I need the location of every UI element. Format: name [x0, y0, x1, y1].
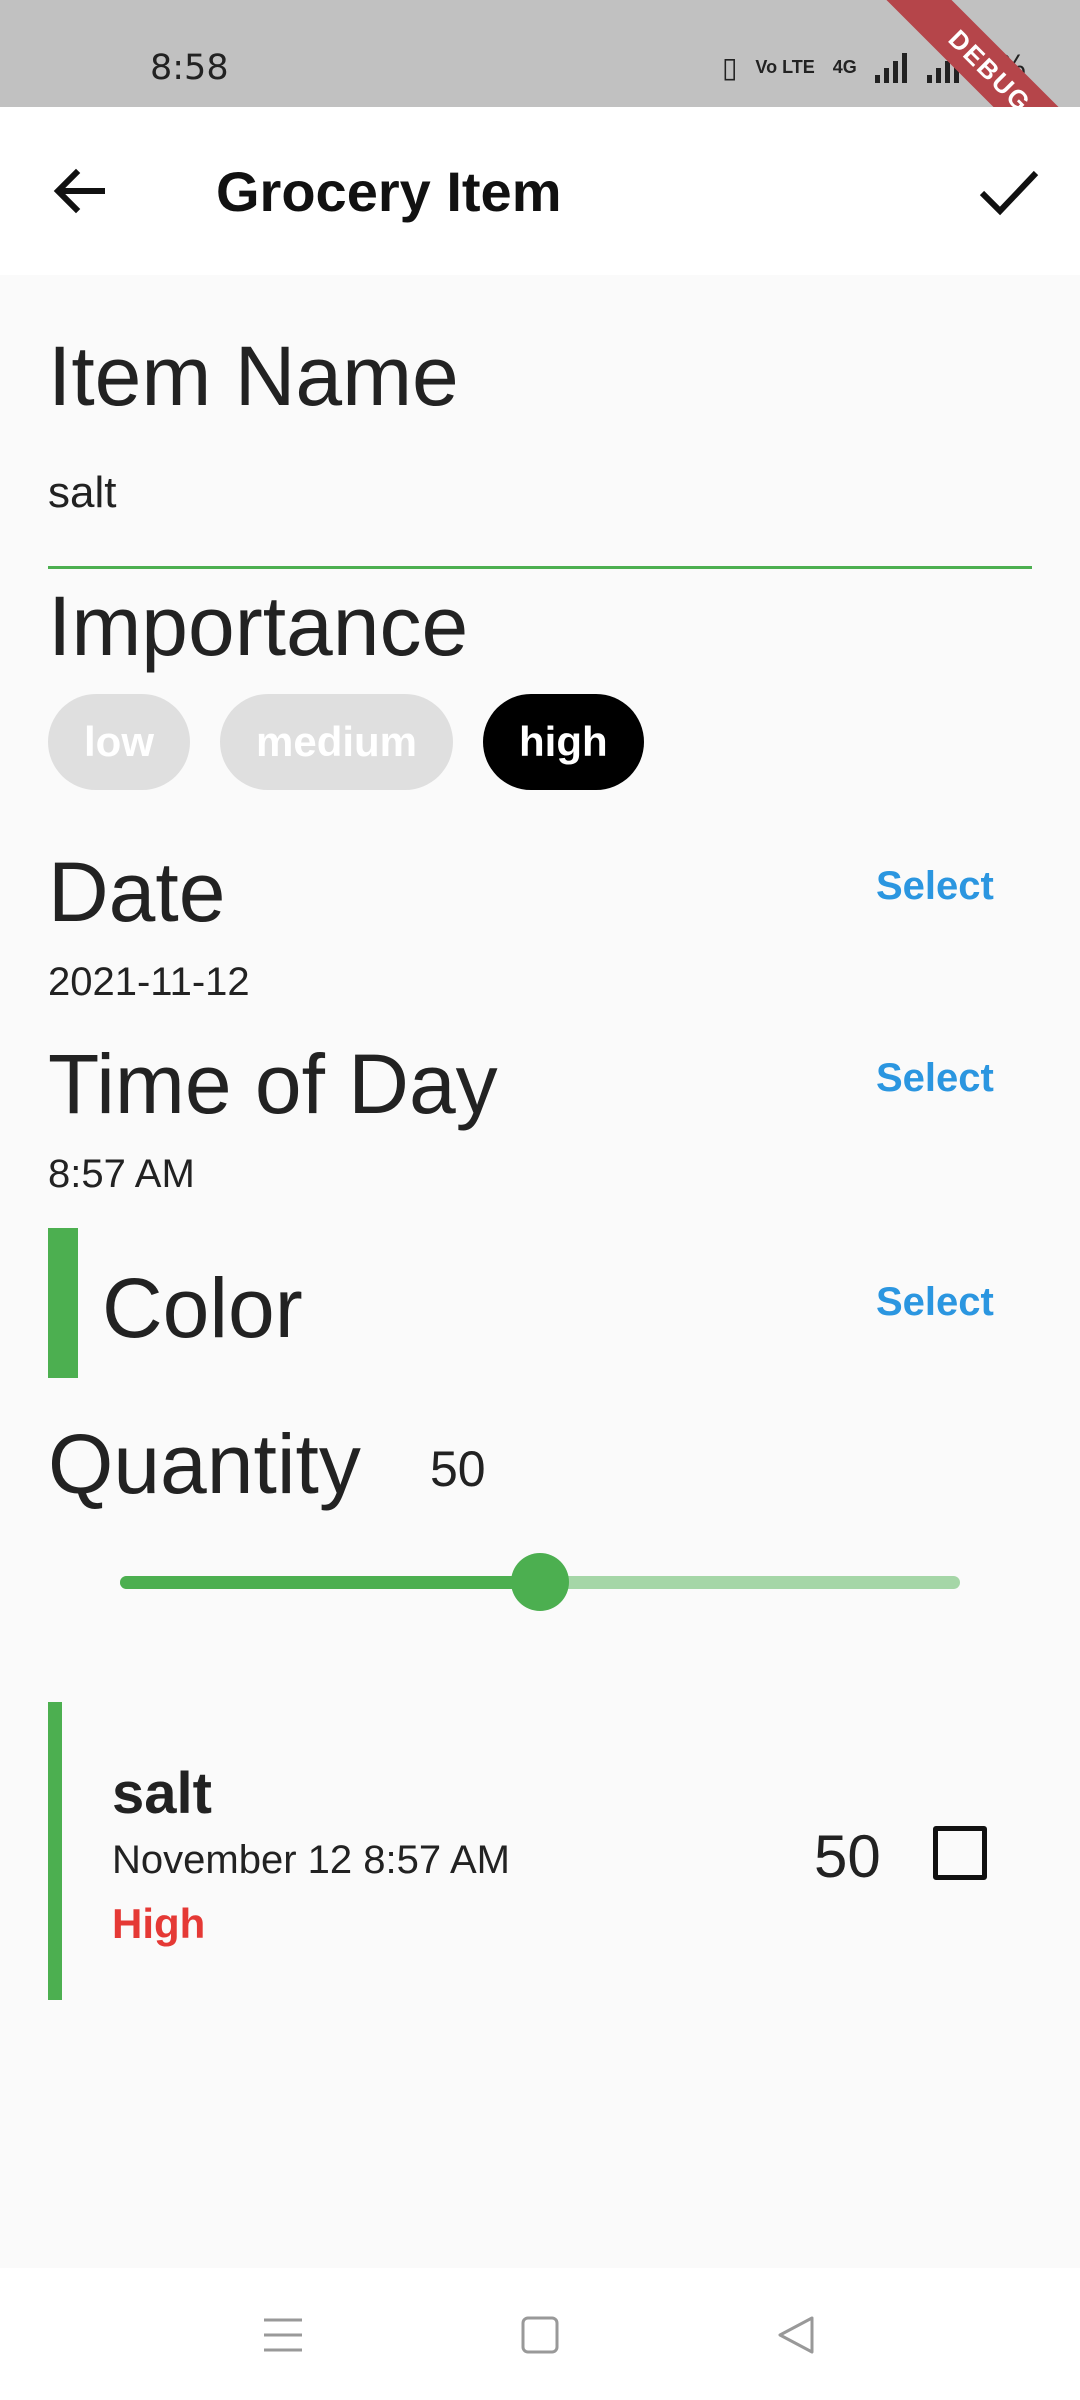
preview-checkbox[interactable]: [933, 1826, 987, 1880]
time-select-button[interactable]: Select: [876, 1056, 994, 1101]
color-swatch: [48, 1228, 78, 1378]
time-of-day-label: Time of Day: [48, 1037, 498, 1131]
back-nav-button[interactable]: [772, 2312, 822, 2358]
grocery-item-preview: salt November 12 8:57 AM High 50: [48, 1702, 1032, 2000]
preview-datetime: November 12 8:57 AM: [112, 1838, 510, 1882]
volte-icon: Vo LTE: [755, 57, 815, 78]
vibrate-icon: ▯: [722, 51, 738, 84]
date-select-button[interactable]: Select: [876, 864, 994, 909]
importance-chip-high[interactable]: high: [483, 694, 644, 790]
arrow-back-icon: [53, 168, 105, 214]
app-bar: Grocery Item: [0, 107, 1080, 275]
menu-nav-button[interactable]: [258, 2312, 308, 2358]
date-label: Date: [48, 845, 226, 939]
item-name-field[interactable]: [48, 468, 1028, 518]
item-name-underline: [48, 566, 1032, 569]
slider-thumb[interactable]: [511, 1553, 569, 1611]
time-of-day-value: 8:57 AM: [48, 1152, 195, 1196]
back-triangle-icon: [778, 2316, 814, 2354]
item-name-label: Item Name: [48, 329, 459, 423]
preview-importance: High: [112, 1900, 206, 1947]
check-icon: [979, 170, 1039, 216]
status-time: 8:58: [150, 48, 229, 88]
date-value: 2021-11-12: [48, 960, 250, 1004]
quantity-slider[interactable]: [120, 1553, 960, 1611]
menu-icon: [264, 2318, 302, 2352]
page-title: Grocery Item: [216, 160, 562, 223]
importance-chips: low medium high: [48, 694, 644, 790]
color-select-button[interactable]: Select: [876, 1280, 994, 1325]
quantity-label: Quantity: [48, 1417, 361, 1511]
quantity-value: 50: [430, 1441, 486, 1497]
preview-item-name: salt: [112, 1761, 212, 1826]
preview-quantity: 50: [814, 1823, 881, 1890]
color-label: Color: [102, 1261, 303, 1355]
home-nav-button[interactable]: [515, 2312, 565, 2358]
system-nav-bar: [0, 2268, 1080, 2400]
importance-chip-low[interactable]: low: [48, 694, 190, 790]
save-button[interactable]: [976, 159, 1042, 225]
back-button[interactable]: [48, 159, 112, 223]
home-square-icon: [521, 2316, 559, 2354]
network-type-icon: 4G: [832, 57, 857, 78]
importance-label: Importance: [48, 579, 469, 673]
importance-chip-medium[interactable]: medium: [220, 694, 454, 790]
slider-active-track: [120, 1576, 540, 1589]
signal-icon: [874, 52, 907, 83]
preview-color-bar: [48, 1702, 62, 2000]
